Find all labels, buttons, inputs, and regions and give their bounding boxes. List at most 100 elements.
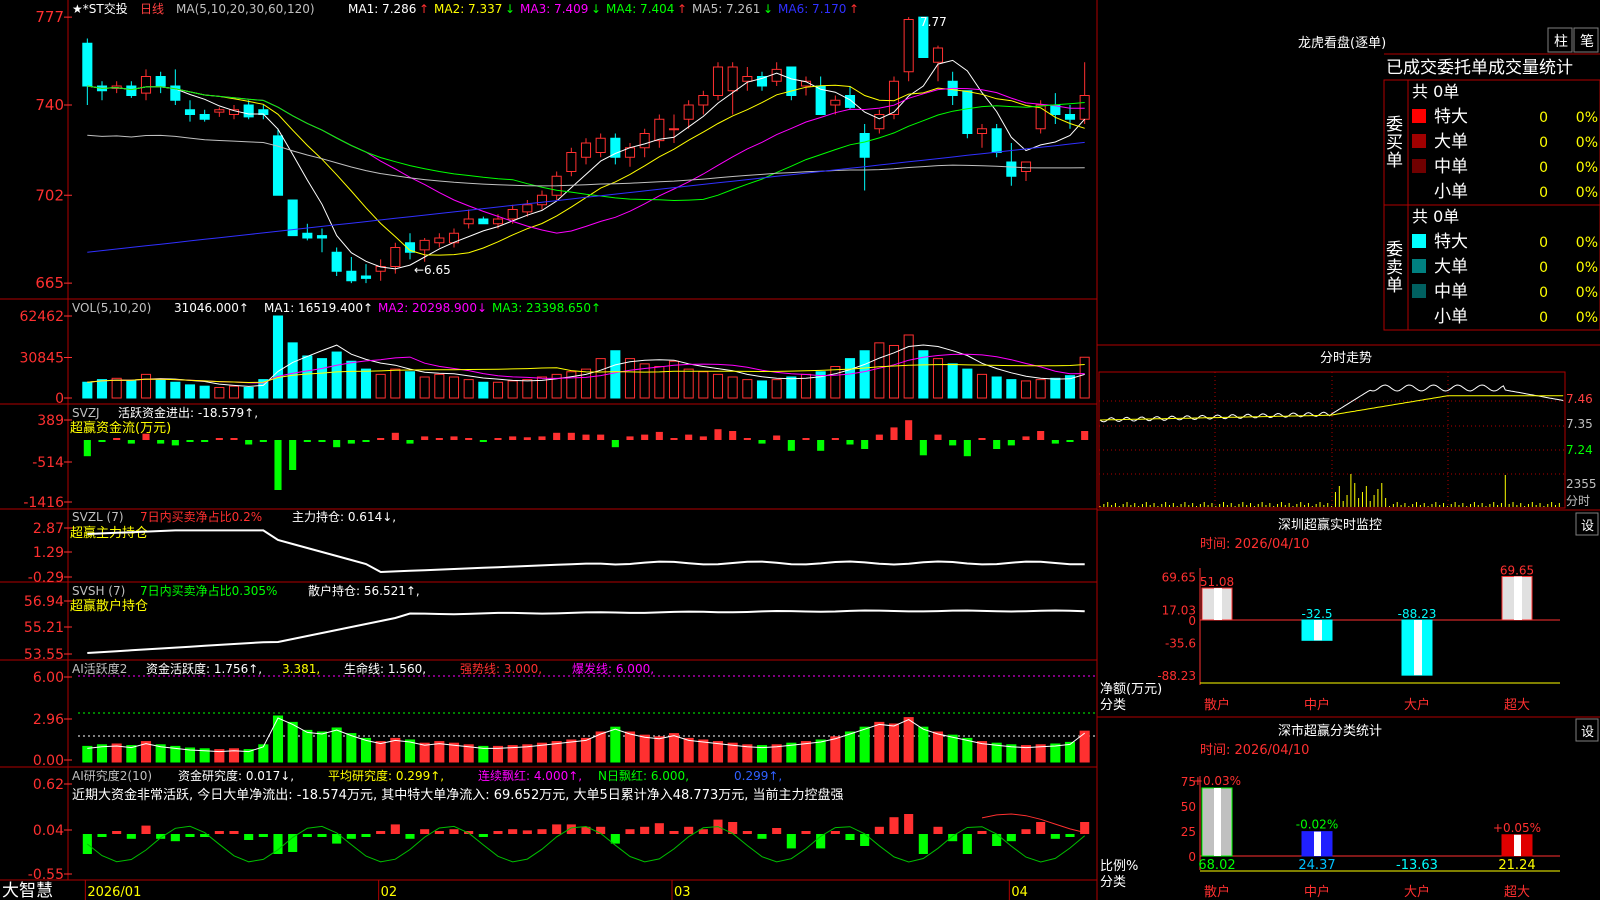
- sz-monitor-axis1: 净额(万元): [1100, 682, 1162, 697]
- svzj-bar-63: [1007, 440, 1015, 446]
- svzl-line: [87, 529, 1085, 574]
- svzj-bar-0: [83, 440, 91, 457]
- volume-bar-9: [214, 386, 225, 399]
- ai-research-bar-57: [918, 834, 928, 854]
- volume-bar-16: [316, 358, 328, 399]
- svsh-sublabel: 超赢散户持仓: [70, 598, 148, 614]
- svzj-bar-4: [142, 433, 150, 440]
- ai-active-bar-18: [346, 733, 357, 763]
- svzl-yticks-1: 1.29: [33, 545, 64, 561]
- right-panel: 龙虎看盘(逐单) 柱 笔 已成交委托单成交量统计 共 0单 特大 0 0% 大单 0 0%…: [1097, 27, 1600, 900]
- candle-body-40: [668, 128, 680, 131]
- ai-active-yticks-2: 0.00: [33, 753, 64, 769]
- svzl-yticks-0: 2.87: [33, 521, 64, 537]
- volume-bar-23: [419, 376, 430, 399]
- candle-body-16: [316, 235, 328, 239]
- sz-monitor-settings-label: 设: [1581, 519, 1594, 534]
- svzl-label: SVZL (7): [72, 510, 124, 524]
- svzj-bar-51: [831, 438, 839, 440]
- svzj-bar-35: [597, 434, 605, 440]
- ai-active-bars: [82, 715, 1090, 763]
- intraday-tick-5: 分时: [1566, 494, 1590, 508]
- low-price-label: ←6.65: [414, 263, 451, 277]
- svsh-yticks-1: 55.21: [24, 620, 64, 636]
- ai-research-bar-65: [1036, 822, 1046, 834]
- ma-value-6: MA6: 7.170: [778, 2, 846, 16]
- sz-stats-settings-label: 设: [1581, 725, 1594, 740]
- vol-y-axis: 62462 30845 0: [19, 309, 72, 407]
- buy-pct-3: 0%: [1576, 185, 1598, 201]
- sz-monitor-bar-label-0: 51.08: [1200, 575, 1234, 589]
- buy-label-0: 特大: [1434, 107, 1468, 127]
- candle-body-52: [844, 95, 856, 108]
- ai-research-bar-21: [390, 824, 400, 834]
- candle-body-39: [654, 118, 665, 142]
- ai-research-bar-32: [552, 824, 562, 834]
- buy-count-0: 0: [1539, 110, 1548, 126]
- sz-monitor-cat-1: 中户: [1304, 697, 1330, 713]
- ai-active-yticks-1: 2.96: [33, 712, 64, 728]
- buy-count-3: 0: [1539, 185, 1548, 201]
- ai-research-bar-49: [801, 831, 811, 834]
- svzj-bar-54: [875, 434, 883, 440]
- sz-monitor-cat-3: 超大: [1504, 698, 1530, 713]
- sz-stats-axis1: 比例%: [1100, 859, 1138, 874]
- sz-stats-chg-3: +0.05%: [1493, 821, 1541, 835]
- candle-body-33: [566, 152, 577, 172]
- volume-bar-45: [742, 379, 753, 399]
- sell-count-1: 0: [1539, 260, 1548, 276]
- vol-ma-value-3: MA3: 23398.650↑: [492, 301, 601, 315]
- candle-body-64: [1020, 161, 1032, 172]
- ai-active-bar-56: [903, 717, 914, 763]
- sz-stats-chart: 7550250+0.03%68.02散户-0.02%24.37中户-13.63大…: [1181, 774, 1560, 900]
- main-y-tick-1: 740: [35, 96, 64, 114]
- ai-research-yticks-1: 0.04: [33, 823, 64, 839]
- sell-total: 共 0单: [1412, 207, 1459, 226]
- ai-research-summary: 近期大资金非常活跃, 今日大单净流出: -18.574万元, 其中特大单净流入:…: [72, 787, 844, 803]
- ai-research-t1: 资金研究度: 0.017↓,: [178, 768, 294, 783]
- volume-bar-28: [492, 381, 504, 399]
- vol-ma-value-1: MA1: 16519.400↑: [264, 301, 373, 315]
- lhb-tick-label: 笔: [1580, 34, 1594, 50]
- ai-research-bar-62: [992, 834, 1002, 846]
- volume-bar-54: [874, 342, 885, 399]
- svzl-yticks-2: -0.29: [28, 570, 64, 586]
- svzj-text: 活跃资金进出: -18.579↑,: [118, 405, 258, 420]
- sell-side-label: 委卖单: [1386, 240, 1403, 296]
- svzj-bar-58: [934, 434, 942, 440]
- candle-body-42: [698, 95, 709, 106]
- svzl-y-axis: 2.87 1.29 -0.29: [28, 521, 72, 586]
- svzj-bar-60: [963, 440, 971, 457]
- buy-pct-2: 0%: [1576, 160, 1598, 176]
- ai-research-bar-7: [185, 834, 195, 837]
- ai-research-t3: 连续飘红: 4.000↑,: [478, 768, 582, 783]
- svsh-text-green: 7日内买卖净占比0.305%: [140, 583, 277, 598]
- ai-research-bar-28: [493, 831, 503, 834]
- sz-stats-value-2: -13.63: [1396, 858, 1438, 873]
- svzj-bar-41: [685, 434, 693, 440]
- svzl-text-white: 主力持仓: 0.614↓,: [292, 509, 396, 524]
- sell-swatch-1: [1412, 259, 1426, 273]
- volume-bar-65: [1035, 379, 1046, 399]
- candle-body-15: [302, 232, 313, 239]
- sz-monitor-cat-0: 散户: [1204, 697, 1230, 713]
- ai-research-bar-39: [654, 823, 664, 834]
- ai-research-bar-9: [214, 831, 224, 834]
- ai-research-bar-29: [508, 829, 518, 834]
- svzj-bar-48: [787, 440, 795, 451]
- svzj-bar-49: [802, 438, 810, 440]
- svzj-panel-header: SVZJ 活跃资金进出: -18.579↑, 超赢资金流(万元): [70, 405, 258, 436]
- volume-bar-6: [170, 381, 181, 399]
- ai-research-bar-51: [830, 831, 840, 834]
- svzj-bar-57: [919, 440, 927, 456]
- intraday-tick-1: 7.46: [1566, 392, 1593, 406]
- period-label: 日线: [140, 2, 164, 16]
- ai-research-t5: 0.299↑,: [734, 769, 782, 783]
- sz-monitor-time: 时间: 2026/04/10: [1200, 537, 1309, 552]
- sz-stats-title: 深市超赢分类统计: [1278, 723, 1382, 739]
- ai-active-t1: 资金活跃度: 1.756↑,: [146, 661, 262, 676]
- sell-pct-2: 0%: [1576, 285, 1598, 301]
- buy-pct-1: 0%: [1576, 135, 1598, 151]
- ma-values-legend: MA1: 7.286 ↑ MA2: 7.337 ↓ MA3: 7.409 ↓ MA4: 7.…: [348, 2, 859, 16]
- brand-logo: 大智慧: [2, 881, 53, 900]
